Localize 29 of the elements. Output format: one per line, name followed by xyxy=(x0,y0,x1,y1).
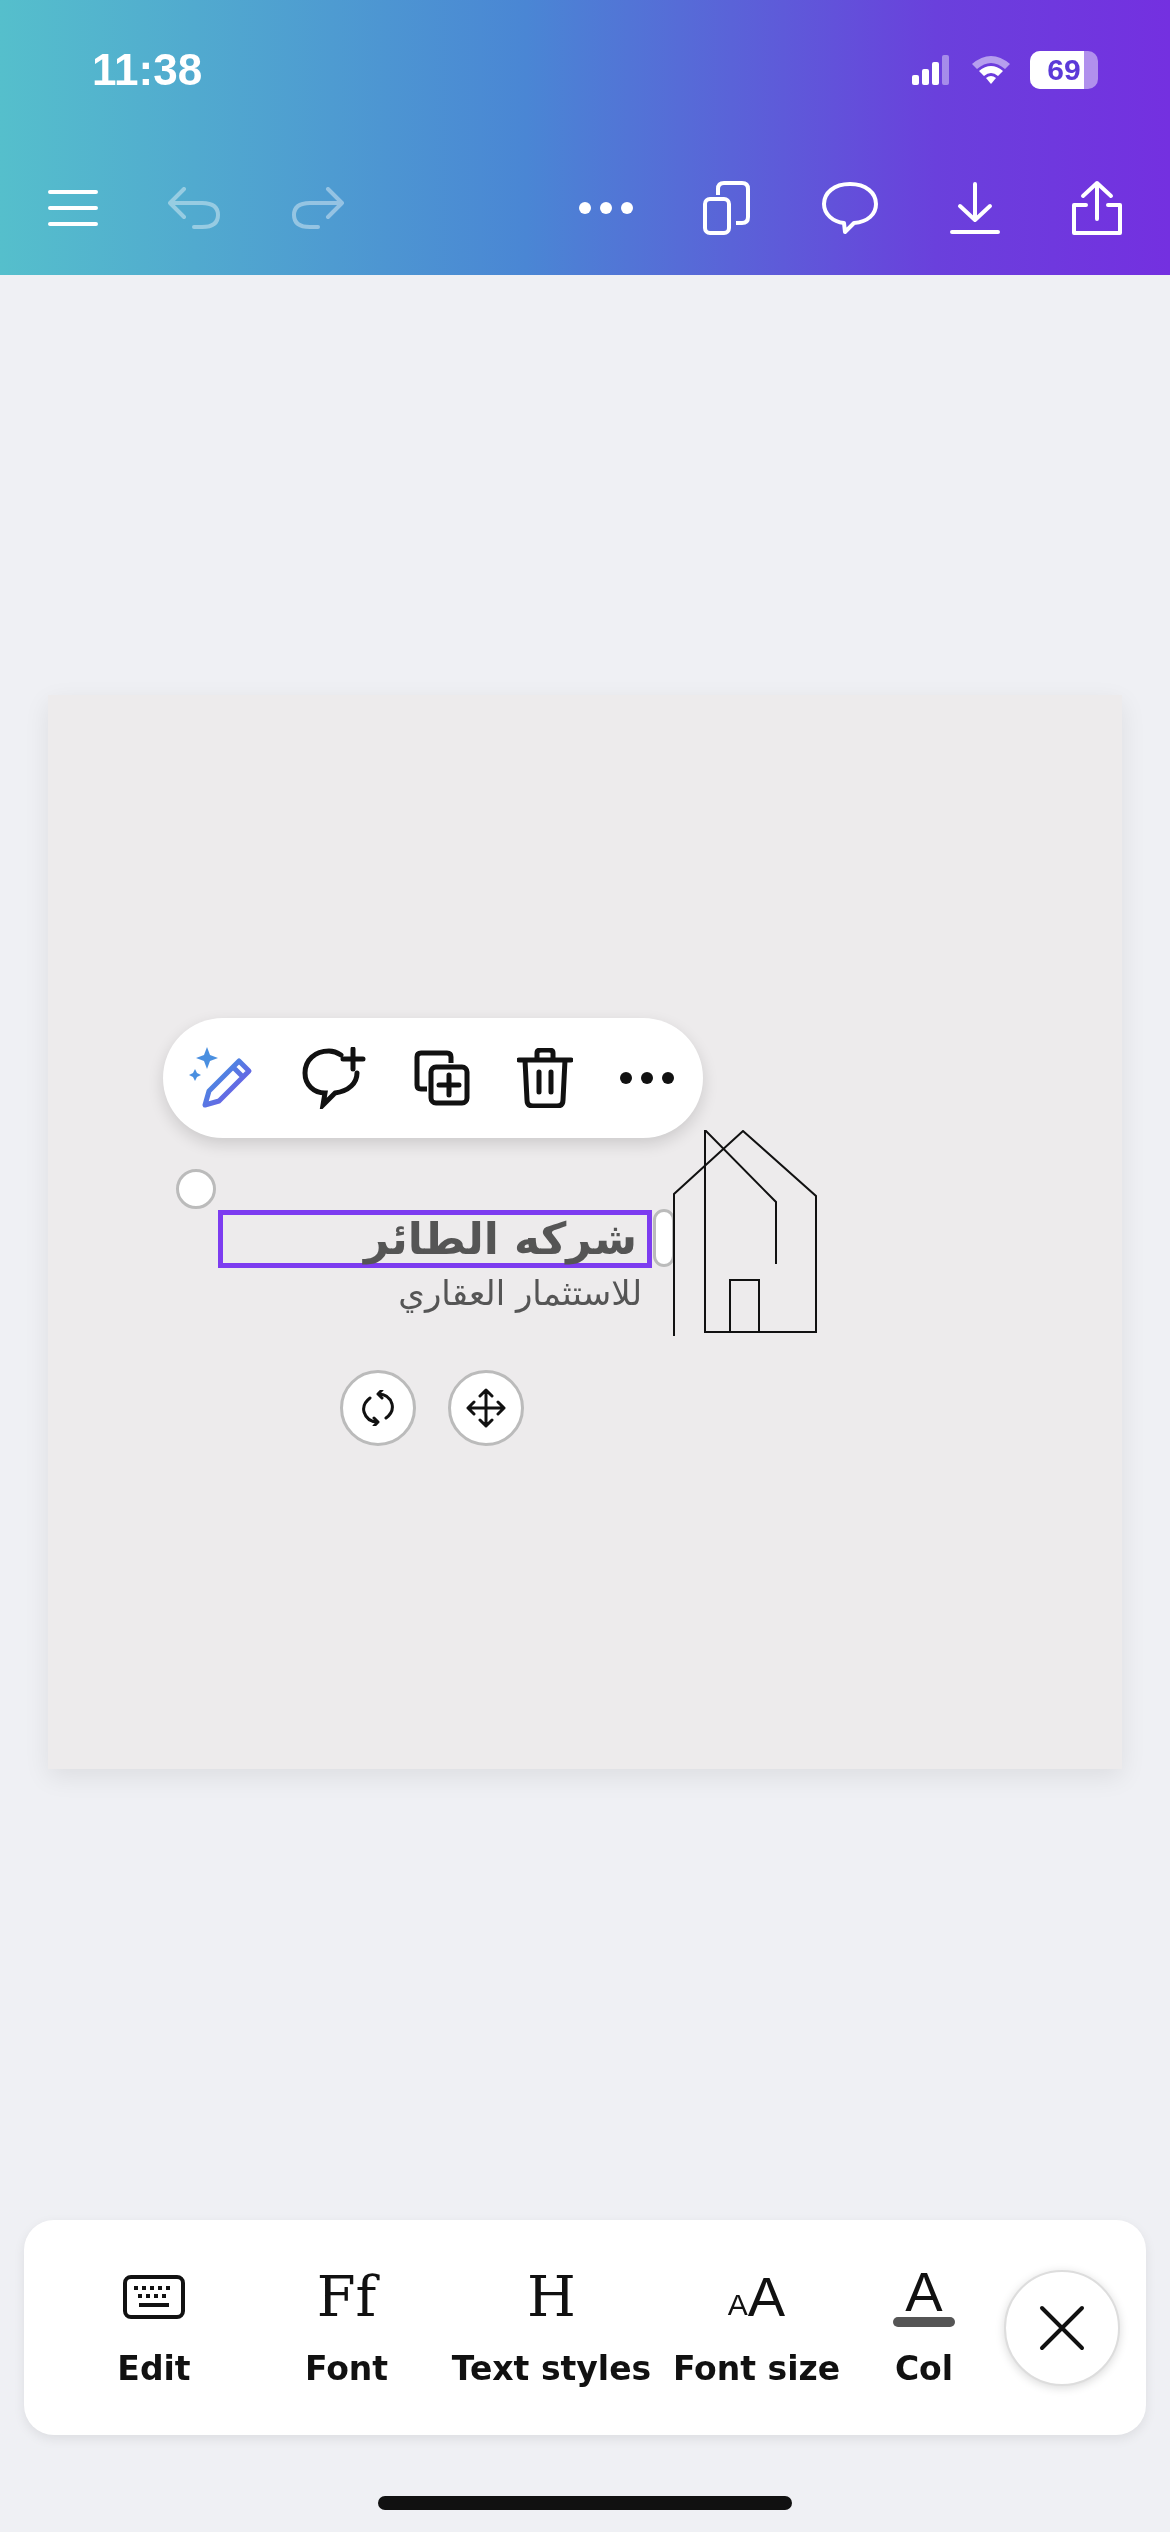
resize-handle[interactable] xyxy=(653,1209,675,1267)
tool-button[interactable]: A Col xyxy=(859,2267,989,2388)
font-size-icon: AA xyxy=(727,2267,786,2327)
close-icon xyxy=(1039,2305,1085,2351)
pages-button[interactable] xyxy=(702,178,752,237)
wifi-icon xyxy=(970,54,1012,86)
design-subtitle[interactable]: للاستثمار العقاري xyxy=(218,1268,642,1318)
battery-indicator: 69 xyxy=(1030,51,1098,89)
share-button[interactable] xyxy=(1070,178,1124,237)
close-button[interactable] xyxy=(1004,2270,1120,2386)
tool-button[interactable]: AA Font size xyxy=(654,2267,859,2388)
font-glyph-icon: H xyxy=(527,2267,576,2327)
more-options-icon[interactable] xyxy=(619,1071,675,1085)
delete-icon[interactable] xyxy=(517,1048,573,1108)
rotate-icon xyxy=(360,1390,396,1426)
comment-button[interactable] xyxy=(820,179,880,236)
add-comment-icon[interactable] xyxy=(301,1047,367,1109)
design-title[interactable]: شركه الطائر xyxy=(218,1210,652,1268)
design-page[interactable]: شركه الطائر للاستثمار العقاري xyxy=(48,695,1122,1769)
move-icon xyxy=(466,1388,506,1428)
more-button[interactable] xyxy=(578,200,634,215)
tool-button[interactable]: Edit xyxy=(64,2267,244,2388)
status-time: 11:38 xyxy=(92,45,203,95)
tool-button[interactable]: Ff Font xyxy=(244,2267,449,2388)
download-button[interactable] xyxy=(948,179,1002,236)
signal-icon xyxy=(912,55,952,85)
duplicate-icon[interactable] xyxy=(413,1049,471,1107)
tool-button[interactable]: H Text styles xyxy=(449,2267,654,2388)
resize-handle[interactable] xyxy=(176,1169,216,1209)
